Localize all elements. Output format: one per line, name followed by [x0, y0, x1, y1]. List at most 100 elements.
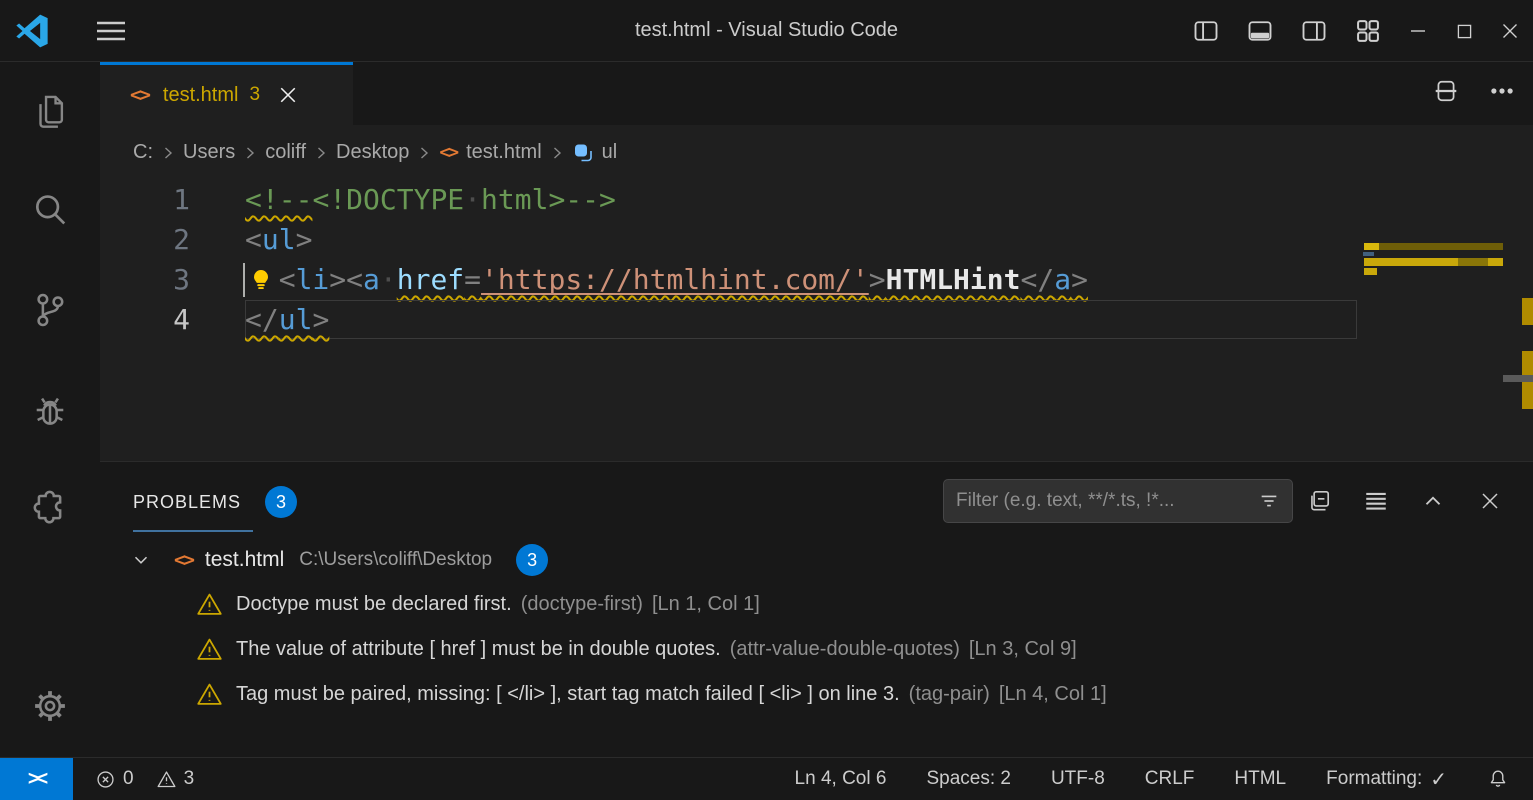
breadcrumb-users[interactable]: Users: [183, 141, 235, 164]
extensions-icon[interactable]: [0, 470, 100, 546]
lightbulb-icon[interactable]: [247, 266, 275, 294]
breadcrumb-desktop[interactable]: Desktop: [336, 141, 409, 164]
warning-icon: [196, 636, 223, 663]
remote-icon: ><: [28, 768, 45, 791]
filter-placeholder: Filter (e.g. text, **/*.ts, !*...: [956, 490, 1258, 512]
status-cursor-position[interactable]: Ln 4, Col 6: [795, 768, 887, 790]
status-problems[interactable]: 0 3: [95, 768, 194, 790]
warning-count: 3: [184, 768, 195, 790]
problem-item[interactable]: The value of attribute [ href ] must be …: [196, 627, 1533, 672]
breadcrumb-coliff[interactable]: coliff: [265, 141, 306, 164]
code-line[interactable]: 3 <li><a·href='https://htmlhint.com/'>HT…: [100, 260, 1533, 300]
close-panel-icon[interactable]: [1477, 488, 1503, 514]
vscode-window: test.html - Visual Studio Code: [0, 0, 1533, 800]
ruler-warning-mark: [1522, 298, 1533, 325]
status-encoding[interactable]: UTF-8: [1051, 768, 1105, 790]
status-bar: >< 0 3 Ln 4, Col 6 Spaces: 2 UTF-8 CRLF …: [0, 757, 1533, 800]
code-token: >: [1071, 263, 1088, 296]
run-debug-icon[interactable]: [0, 372, 100, 448]
filter-icon: [1258, 490, 1280, 512]
tab-test-html[interactable]: <> test.html 3: [100, 62, 353, 125]
minimize-icon[interactable]: [1395, 0, 1441, 62]
problems-filter-input[interactable]: Filter (e.g. text, **/*.ts, !*...: [943, 479, 1293, 523]
settings-gear-icon[interactable]: [0, 668, 100, 744]
split-editor-icon[interactable]: [1433, 78, 1459, 109]
toggle-panel-icon[interactable]: [1233, 0, 1287, 62]
warning-icon: [156, 769, 177, 790]
minimap[interactable]: [1363, 242, 1503, 462]
maximize-panel-icon[interactable]: [1420, 488, 1446, 514]
close-window-icon[interactable]: [1487, 0, 1533, 62]
line-content: <!--<!DOCTYPE·html>-->: [245, 180, 616, 220]
code-token: >: [312, 303, 329, 336]
line-content: <li><a·href='https://htmlhint.com/'>HTML…: [245, 260, 1088, 300]
tab-bar: <> test.html 3: [100, 62, 1533, 125]
status-formatting[interactable]: Formatting:✓: [1326, 767, 1447, 792]
menu-icon[interactable]: [93, 13, 129, 49]
html-file-icon: <>: [439, 142, 457, 163]
status-eol[interactable]: CRLF: [1145, 768, 1195, 790]
collapse-all-icon[interactable]: [1306, 488, 1332, 514]
minimap-line-4: [1364, 268, 1377, 275]
code-token: li: [296, 263, 330, 296]
scrollbar-slider[interactable]: [1503, 375, 1533, 382]
code-token: HTMLHint: [886, 263, 1021, 296]
line-content: </ul>: [245, 300, 329, 340]
code-line[interactable]: 1<!--<!DOCTYPE·html>-->: [100, 180, 1533, 220]
tab-problems[interactable]: PROBLEMS 3: [133, 486, 297, 518]
problems-tab-label: PROBLEMS: [133, 492, 241, 513]
check-icon: ✓: [1430, 767, 1447, 792]
toggle-secondary-sidebar-icon[interactable]: [1287, 0, 1341, 62]
problems-file-group[interactable]: <> test.html C:\Users\coliff\Desktop 3: [100, 538, 1533, 582]
activity-bar: [0, 62, 100, 757]
problems-panel: PROBLEMS 3 Filter (e.g. text, **/*.ts, !…: [100, 461, 1533, 757]
tab-problems-count: 3: [249, 84, 260, 106]
chevron-down-icon[interactable]: [130, 549, 152, 571]
breadcrumb-file[interactable]: <>test.html: [439, 141, 541, 164]
code-line[interactable]: 4 </ul>: [100, 300, 1533, 340]
code-token: ul: [262, 223, 296, 256]
status-indentation[interactable]: Spaces: 2: [926, 768, 1011, 790]
source-control-icon[interactable]: [0, 272, 100, 348]
problem-item[interactable]: Tag must be paired, missing: [ </li> ], …: [196, 672, 1533, 717]
explorer-icon[interactable]: [0, 74, 100, 150]
error-icon: [95, 769, 116, 790]
code-lines: 1<!--<!DOCTYPE·html>-->2<ul>3 <li><a·hre…: [100, 180, 1533, 340]
problem-message: Tag must be paired, missing: [ </li> ], …: [236, 683, 900, 706]
problem-code: (doctype-first): [521, 593, 643, 616]
problem-location: [Ln 1, Col 1]: [652, 593, 760, 616]
tab-close-icon[interactable]: [276, 83, 300, 107]
problems-file-path: C:\Users\coliff\Desktop: [299, 549, 492, 571]
code-token: <: [245, 223, 262, 256]
problems-count-badge: 3: [265, 486, 297, 518]
search-icon[interactable]: [0, 172, 100, 248]
breadcrumb-symbol-ul[interactable]: ul: [572, 141, 618, 164]
code-line[interactable]: 2<ul>: [100, 220, 1533, 260]
breadcrumb-drive[interactable]: C:: [133, 141, 153, 164]
chevron-right-icon: [242, 145, 258, 161]
problem-message: Doctype must be declared first.: [236, 593, 512, 616]
code-token: 'https://htmlhint.com/': [481, 263, 869, 296]
maximize-icon[interactable]: [1441, 0, 1487, 62]
line-number: 4: [100, 300, 190, 340]
remote-indicator[interactable]: ><: [0, 758, 73, 800]
problem-message: The value of attribute [ href ] must be …: [236, 638, 721, 661]
code-editor[interactable]: 1<!--<!DOCTYPE·html>-->2<ul>3 <li><a·hre…: [100, 180, 1533, 461]
code-link[interactable]: 'https://htmlhint.com/': [481, 263, 869, 296]
view-as-table-icon[interactable]: [1363, 488, 1389, 514]
problem-item[interactable]: Doctype must be declared first. (doctype…: [196, 582, 1533, 627]
code-token: html>-->: [481, 183, 616, 216]
breadcrumb: C: Users coliff Desktop <>test.html ul: [100, 125, 1533, 180]
status-language[interactable]: HTML: [1234, 768, 1286, 790]
overview-ruler[interactable]: [1503, 180, 1533, 461]
editor-group: <> test.html 3 C: Users coliff: [100, 62, 1533, 461]
code-token: ><: [329, 263, 363, 296]
title-bar: test.html - Visual Studio Code: [0, 0, 1533, 62]
code-token: a: [363, 263, 380, 296]
code-token: >: [869, 263, 886, 296]
minimap-line-1: [1364, 243, 1503, 250]
more-actions-icon[interactable]: [1489, 78, 1515, 109]
toggle-primary-sidebar-icon[interactable]: [1179, 0, 1233, 62]
notifications-bell-icon[interactable]: [1487, 768, 1509, 790]
customize-layout-icon[interactable]: [1341, 0, 1395, 62]
